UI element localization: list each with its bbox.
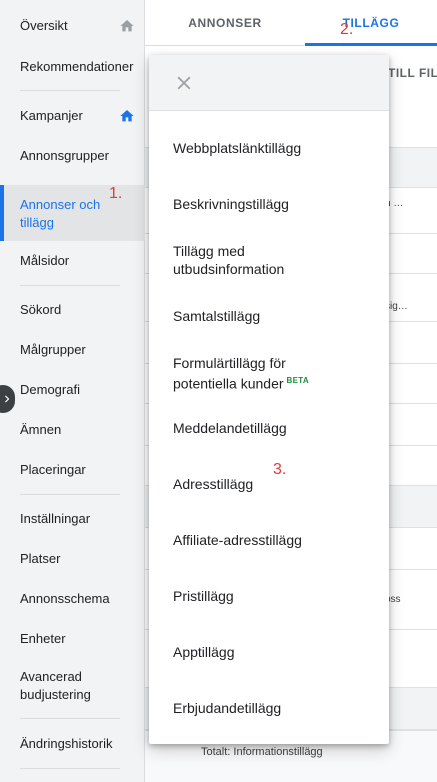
menu-item-meddelandetillagg[interactable]: Meddelandetillägg [173,419,373,437]
tab-annonser[interactable]: ANNONSER [145,0,305,46]
menu-item-webbplatslanktillagg[interactable]: Webbplatslänktillägg [173,139,373,157]
sidebar-item-label: Målgrupper [20,342,86,357]
sidebar-item-andringshistorik[interactable]: Ändringshistorik [0,735,145,753]
menu-item-beskrivningstillagg[interactable]: Beskrivningstillägg [173,195,373,213]
sidebar-item-label: Placeringar [20,462,86,477]
menu-item-label: Formulärtillägg för potentiella kunder [173,355,286,392]
table-cell: oss [385,594,401,605]
sidebar-item-label: Kampanjer [20,108,83,123]
sidebar-item-malsidor[interactable]: Målsidor [0,252,145,270]
menu-header [149,55,389,111]
sidebar-item-malgrupper[interactable]: Målgrupper [0,341,145,359]
filter-button[interactable]: TILL FIL [388,66,437,80]
close-icon[interactable] [173,72,195,94]
beta-badge: BETA [286,376,309,385]
sidebar-item-label: Rekommendationer [20,59,134,74]
extension-type-menu: Webbplatslänktillägg Beskrivningstillägg… [149,55,389,744]
tab-tillagg[interactable]: TILLÄGG [305,0,437,46]
sidebar-divider [20,768,120,769]
sidebar-item-label: Ändringshistorik [20,736,113,751]
sidebar-divider [20,494,120,495]
table-cell: t [385,607,435,618]
annotation-marker-3: 3. [273,461,287,478]
sidebar-item-label: Översikt [20,18,68,33]
sidebar-item-label: Annonser och tillägg [20,197,101,230]
table-cell: sig… [385,301,408,312]
home-icon [120,110,134,122]
sidebar-item-label: Sökord [20,302,62,317]
expand-sidebar-button[interactable] [0,385,15,413]
sidebar-item-enheter[interactable]: Enheter [0,630,145,648]
home-icon [120,20,134,32]
sidebar-item-platser[interactable]: Platser [0,550,145,568]
menu-item-formulartillagg[interactable]: Formulärtillägg för potentiella kunder BE… [173,354,353,393]
menu-item-affiliate-adresstillagg[interactable]: Affiliate-adresstillägg [173,531,373,549]
sidebar-item-installningar[interactable]: Inställningar [0,510,145,528]
sidebar-item-label: Ämnen [20,422,62,437]
sidebar-divider [20,90,120,91]
sidebar-item-sokord[interactable]: Sökord [0,301,145,319]
total-label: Totalt: Informationstillägg [201,746,323,758]
menu-item-erbjudandetillagg[interactable]: Erbjudandetillägg [173,699,373,717]
sidebar-item-label: Enheter [20,631,66,646]
annotation-marker-2: 2. [340,21,354,38]
sidebar-item-label: Avancerad budjustering [20,669,91,702]
menu-item-samtalstillagg[interactable]: Samtalstillägg [173,307,373,325]
menu-item-apptillagg[interactable]: Apptillägg [173,643,373,661]
sidebar-item-label: Målsidor [20,253,70,268]
sidebar: Översikt Rekommendationer Kampanjer Anno… [0,0,145,782]
sidebar-item-kampanjer[interactable]: Kampanjer [0,107,145,125]
menu-item-tillagg-med-utbudsinformation[interactable]: Tillägg med utbudsinformation [173,242,323,278]
sidebar-item-label: Annonsschema [20,591,110,606]
sidebar-item-annonsschema[interactable]: Annonsschema [0,590,145,608]
chevron-right-icon [5,395,10,403]
sidebar-item-annonser-och-tillagg[interactable]: Annonser och tillägg [0,185,145,241]
tab-bar: ANNONSER TILLÄGG [145,0,437,46]
sidebar-item-label: Inställningar [20,511,91,526]
annotation-marker-1: 1. [109,185,123,202]
sidebar-item-label: Demografi [20,382,80,397]
sidebar-item-demografi[interactable]: Demografi [0,381,145,399]
sidebar-item-rekommendationer[interactable]: Rekommendationer [0,58,145,76]
menu-item-pristillagg[interactable]: Pristillägg [173,587,373,605]
active-tab-indicator [305,43,437,46]
sidebar-item-placeringar[interactable]: Placeringar [0,461,145,479]
table-cell: h … [385,198,404,209]
sidebar-item-label: Platser [20,551,61,566]
sidebar-item-oversikt[interactable]: Översikt [0,17,145,35]
sidebar-item-avancerad-budjustering[interactable]: Avancerad budjustering [0,668,145,704]
sidebar-item-label: Annonsgrupper [20,148,109,163]
sidebar-divider [20,718,120,719]
sidebar-divider [20,285,120,286]
sidebar-item-annonsgrupper[interactable]: Annonsgrupper [0,147,145,165]
sidebar-item-amnen[interactable]: Ämnen [0,421,145,439]
